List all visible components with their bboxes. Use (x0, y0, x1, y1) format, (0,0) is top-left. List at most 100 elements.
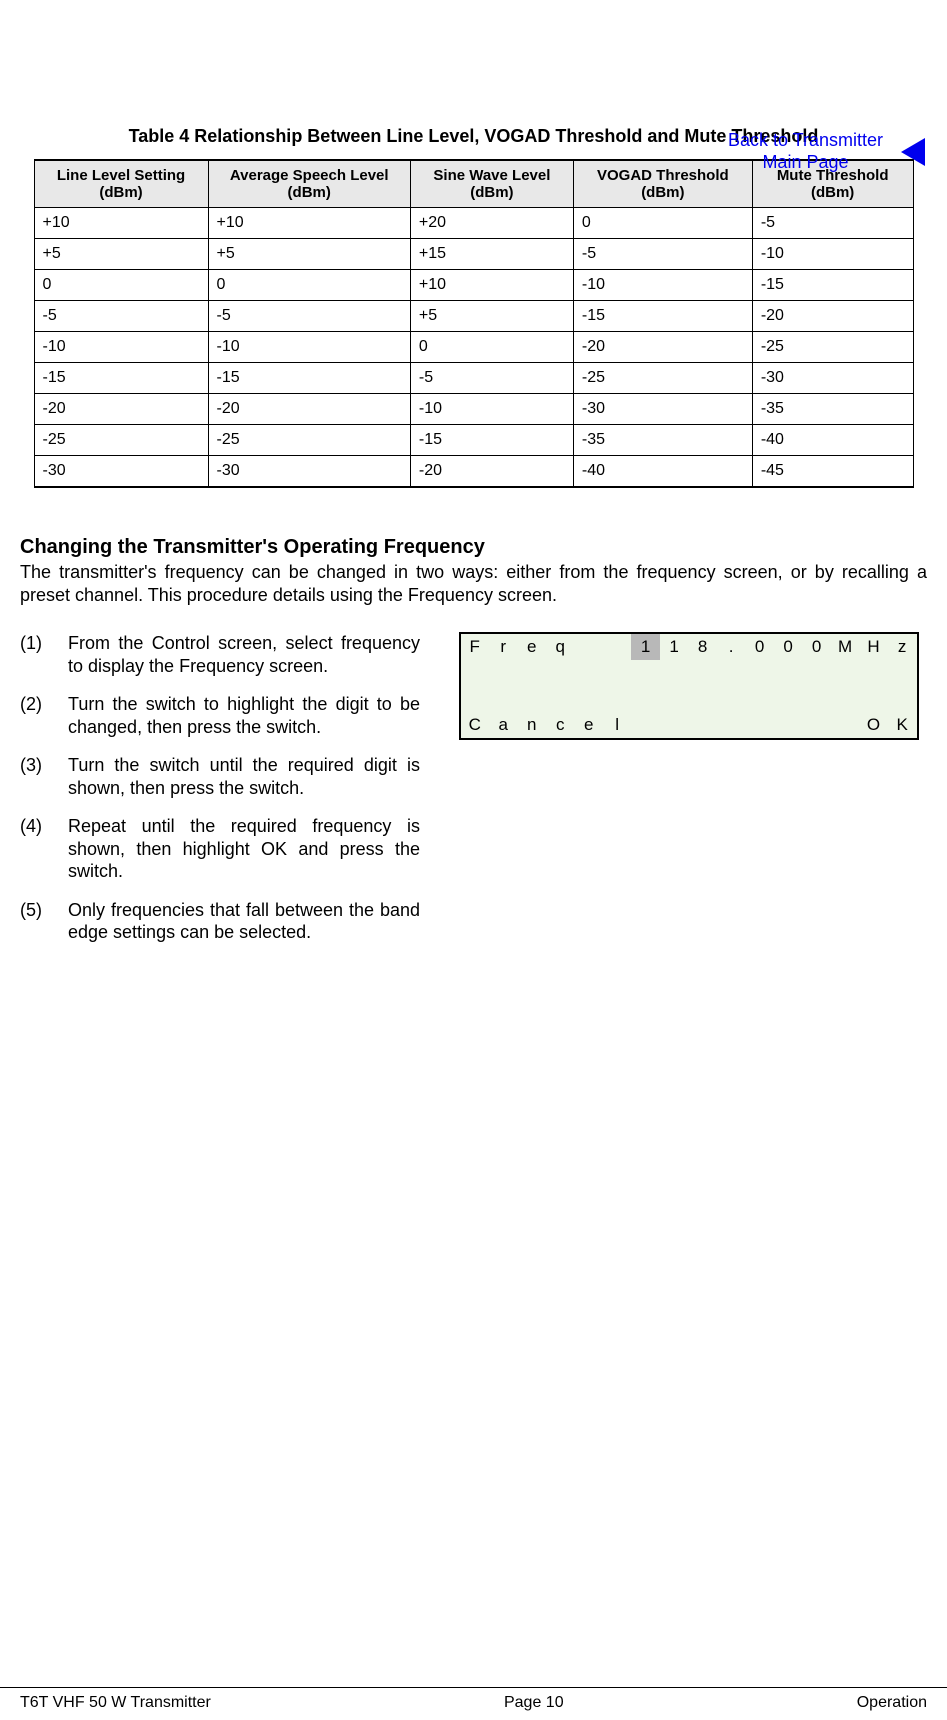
table-row: -10-100-20-25 (34, 332, 913, 363)
table-row: -15-15-5-25-30 (34, 363, 913, 394)
table-cell: -25 (208, 425, 410, 456)
table-cell: -10 (34, 332, 208, 363)
lcd-cell (631, 686, 659, 712)
back-arrow-icon[interactable] (897, 138, 925, 166)
lcd-cell: 1 (660, 633, 688, 660)
table-row: +5+5+15-5-10 (34, 239, 913, 270)
lcd-cell (859, 686, 887, 712)
table-cell: -30 (208, 456, 410, 488)
lcd-cell (888, 660, 918, 686)
lcd-cell: K (888, 712, 918, 739)
table-row: -5-5+5-15-20 (34, 301, 913, 332)
lcd-cell: q (546, 633, 574, 660)
table-cell: +5 (410, 301, 573, 332)
steps-list: (1)From the Control screen, select frequ… (20, 632, 420, 960)
th-vogad: VOGAD Threshold (dBm) (573, 160, 752, 208)
table-cell: -40 (573, 456, 752, 488)
lcd-cell (745, 660, 773, 686)
step-text: Repeat until the required frequency is s… (68, 815, 420, 883)
lcd-cell: M (831, 633, 859, 660)
step-text: Turn the switch to highlight the digit t… (68, 693, 420, 738)
lcd-cell (460, 660, 490, 686)
lcd-wrap: Freq118.000MHz CancelOK (420, 632, 927, 740)
lcd-cell (774, 660, 802, 686)
lcd-cell (859, 660, 887, 686)
table-cell: +5 (34, 239, 208, 270)
lcd-cell: 0 (745, 633, 773, 660)
table-cell: -5 (752, 208, 913, 239)
table-row: -30-30-20-40-45 (34, 456, 913, 488)
lcd-cell (489, 686, 517, 712)
table-cell: -30 (573, 394, 752, 425)
step-text: From the Control screen, select frequenc… (68, 632, 420, 677)
lcd-cell: r (489, 633, 517, 660)
footer-right: Operation (857, 1688, 927, 1712)
lcd-cell (460, 686, 490, 712)
lcd-cell: 8 (688, 633, 716, 660)
footer-left: T6T VHF 50 W Transmitter (20, 1688, 211, 1712)
lcd-cell (831, 660, 859, 686)
lcd-row-4: CancelOK (460, 712, 918, 739)
table-cell: -20 (208, 394, 410, 425)
th-sine-wave: Sine Wave Level (dBm) (410, 160, 573, 208)
lcd-cell (660, 712, 688, 739)
table-cell: -25 (752, 332, 913, 363)
lcd-cell: n (517, 712, 545, 739)
lcd-cell: 0 (802, 633, 830, 660)
lcd-cell: F (460, 633, 490, 660)
table-cell: 0 (34, 270, 208, 301)
table-cell: -15 (34, 363, 208, 394)
table-cell: +20 (410, 208, 573, 239)
table-row: -25-25-15-35-40 (34, 425, 913, 456)
back-link-line2: Main Page (762, 152, 848, 172)
table-cell: -10 (752, 239, 913, 270)
footer: T6T VHF 50 W Transmitter Page 10 Operati… (0, 1687, 947, 1712)
table-cell: -15 (752, 270, 913, 301)
lcd-cell: C (460, 712, 490, 739)
table-cell: -30 (752, 363, 913, 394)
footer-center: Page 10 (504, 1688, 564, 1712)
table-cell: -35 (573, 425, 752, 456)
lcd-cell: c (546, 712, 574, 739)
lcd-cell (631, 660, 659, 686)
step-number: (2) (20, 693, 68, 738)
table-cell: -15 (573, 301, 752, 332)
section-heading: Changing the Transmitter's Operating Fre… (20, 536, 947, 559)
table-cell: -20 (573, 332, 752, 363)
lcd-cell (774, 712, 802, 739)
table-row: +10+10+200-5 (34, 208, 913, 239)
lcd-row-1: Freq118.000MHz (460, 633, 918, 660)
step-number: (5) (20, 899, 68, 944)
table-cell: -25 (573, 363, 752, 394)
table-cell: -35 (752, 394, 913, 425)
table-cell: -5 (34, 301, 208, 332)
table-cell: +10 (34, 208, 208, 239)
table-row: 00+10-10-15 (34, 270, 913, 301)
table-cell: -20 (34, 394, 208, 425)
back-link-line1: Back to Transmitter (728, 130, 883, 150)
lcd-row-2 (460, 660, 918, 686)
table-cell: +10 (410, 270, 573, 301)
th-avg-speech: Average Speech Level (dBm) (208, 160, 410, 208)
lcd-cell: . (717, 633, 745, 660)
lcd-cell (745, 686, 773, 712)
step-item: (1)From the Control screen, select frequ… (20, 632, 420, 677)
lcd-cell (517, 660, 545, 686)
table-cell: +10 (208, 208, 410, 239)
lcd-cell (745, 712, 773, 739)
step-item: (3)Turn the switch until the required di… (20, 754, 420, 799)
lcd-cell (802, 686, 830, 712)
step-item: (5)Only frequencies that fall between th… (20, 899, 420, 944)
back-link[interactable]: Back to Transmitter Main Page (728, 130, 883, 173)
step-item: (4)Repeat until the required frequency i… (20, 815, 420, 883)
table-cell: -10 (208, 332, 410, 363)
lcd-cell (688, 712, 716, 739)
table-cell: -20 (752, 301, 913, 332)
table-cell: -20 (410, 456, 573, 488)
step-number: (1) (20, 632, 68, 677)
table-cell: -10 (410, 394, 573, 425)
lcd-cell (603, 686, 631, 712)
table-cell: -5 (208, 301, 410, 332)
table-cell: +5 (208, 239, 410, 270)
page: Back to Transmitter Main Page Table 4 Re… (0, 126, 947, 1720)
